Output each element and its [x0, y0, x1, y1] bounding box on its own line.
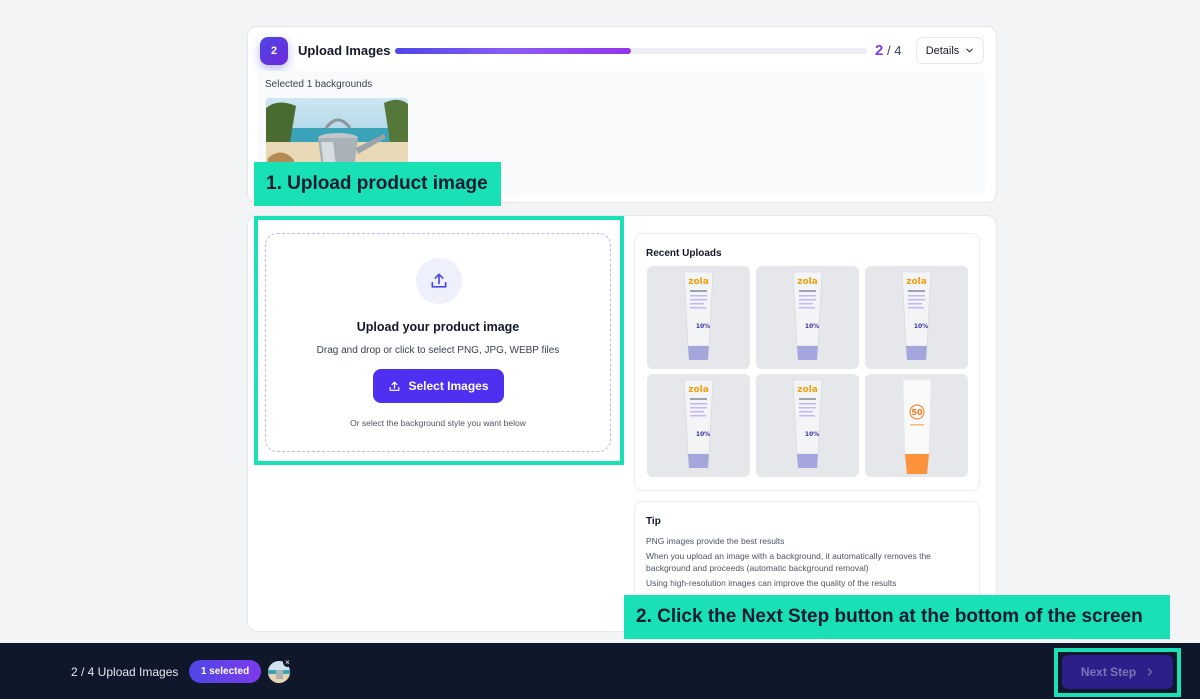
step-total: 4: [894, 43, 902, 58]
svg-text:10%: 10%: [805, 323, 819, 330]
svg-text:zola: zola: [906, 277, 927, 287]
step-number-badge: 2: [260, 37, 288, 65]
svg-text:zola: zola: [688, 385, 709, 395]
svg-text:10%: 10%: [914, 323, 928, 330]
step-current: 2: [875, 42, 884, 59]
sunscreen-tube-image: 50: [865, 374, 968, 477]
next-step-button[interactable]: Next Step: [1062, 655, 1173, 689]
details-button[interactable]: Details: [916, 37, 984, 64]
remove-selection-icon[interactable]: ×: [283, 658, 292, 667]
tip-item: When you upload an image with a backgrou…: [646, 551, 931, 573]
recent-upload-thumbnail[interactable]: zola 10%: [647, 266, 750, 369]
product-tube-image: zola 10%: [865, 266, 968, 369]
footer-progress-text: 2 / 4 Upload Images: [71, 665, 179, 679]
tip-item: PNG images provide the best results: [646, 536, 785, 546]
product-tube-image: zola 10%: [647, 374, 750, 477]
annotation-step2-label: 2. Click the Next Step button at the bot…: [624, 595, 1170, 639]
svg-text:zola: zola: [797, 277, 818, 287]
svg-text:10%: 10%: [696, 323, 710, 330]
svg-text:10%: 10%: [696, 431, 710, 438]
recent-uploads-title: Recent Uploads: [646, 248, 722, 259]
svg-text:zola: zola: [797, 385, 818, 395]
svg-text:50: 50: [911, 408, 923, 417]
step-counter: 2 / 4: [875, 42, 901, 59]
recent-upload-thumbnail[interactable]: zola 10%: [756, 266, 859, 369]
svg-text:zola: zola: [688, 277, 709, 287]
recent-upload-thumbnail[interactable]: zola 10%: [647, 374, 750, 477]
recent-upload-thumbnail[interactable]: zola 10%: [865, 266, 968, 369]
tip-title: Tip: [646, 516, 661, 527]
annotation-step1-label: 1. Upload product image: [254, 162, 501, 206]
recent-upload-thumbnail[interactable]: 50: [865, 374, 968, 477]
svg-text:10%: 10%: [805, 431, 819, 438]
tip-item: Using high-resolution images can improve…: [646, 578, 897, 588]
recent-upload-thumbnail[interactable]: zola 10%: [756, 374, 859, 477]
product-tube-image: zola 10%: [647, 266, 750, 369]
step-progress-fill: [395, 48, 631, 54]
product-tube-image: zola 10%: [756, 266, 859, 369]
next-step-label: Next Step: [1080, 665, 1137, 679]
selected-backgrounds-label: Selected 1 backgrounds: [265, 79, 373, 90]
selected-count-pill[interactable]: 1 selected: [189, 660, 261, 683]
details-label: Details: [925, 44, 960, 57]
bottom-action-bar: 2 / 4 Upload Images 1 selected × Next St…: [0, 643, 1200, 699]
step-progress-bar: [395, 48, 867, 54]
annotation-highlight-upload: [254, 216, 624, 465]
chevron-right-icon: [1148, 668, 1153, 676]
chevron-down-icon: [966, 48, 974, 53]
recent-uploads-panel: Recent Uploads zola 10% zola 10% zola 10…: [634, 233, 980, 491]
product-tube-image: zola 10%: [756, 374, 859, 477]
step-separator: /: [886, 43, 891, 58]
step-title: Upload Images: [298, 43, 391, 58]
